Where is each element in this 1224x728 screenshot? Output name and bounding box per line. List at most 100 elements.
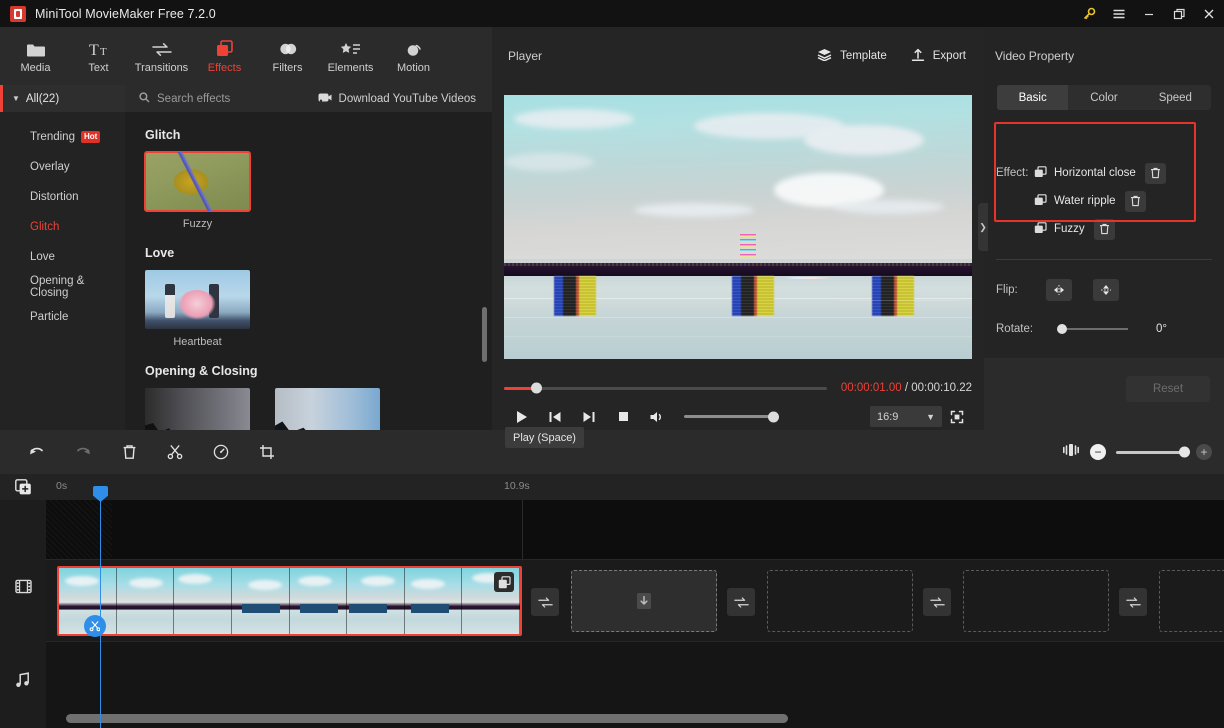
tab-basic[interactable]: Basic [997, 85, 1069, 110]
ribbon-tab-text[interactable]: TT Text [67, 27, 130, 85]
timeline-panel: 0s 10.9s [0, 474, 1224, 728]
ribbon-label: Media [20, 61, 51, 74]
key-icon[interactable] [1074, 0, 1104, 27]
export-button[interactable]: Export [911, 48, 966, 65]
playhead[interactable] [93, 486, 108, 728]
minimize-icon[interactable] [1134, 0, 1164, 27]
effect-preview-image [144, 151, 251, 212]
video-clip[interactable] [57, 566, 522, 636]
transition-slot-3[interactable] [923, 588, 951, 616]
reset-button[interactable]: Reset [1126, 376, 1210, 402]
fit-timeline-icon[interactable] [1062, 443, 1080, 462]
play-icon[interactable] [504, 403, 538, 430]
volume-icon[interactable] [640, 403, 674, 430]
media-slot-3[interactable] [963, 570, 1109, 632]
collapse-panel-button[interactable]: ❯ [978, 203, 988, 251]
applied-effect-3[interactable]: Fuzzy [1034, 221, 1085, 237]
transition-slot-4[interactable] [1119, 588, 1147, 616]
timeline-horizontal-scrollbar[interactable] [66, 714, 788, 723]
zoom-in-button[interactable]: + [1196, 444, 1212, 460]
audio-track[interactable] [46, 642, 1224, 704]
media-slot-1[interactable] [571, 570, 717, 632]
duplicate-icon[interactable] [494, 572, 514, 592]
add-media-button[interactable] [0, 474, 46, 500]
svg-text:T: T [100, 46, 107, 58]
speed-button[interactable] [198, 430, 244, 474]
zoom-slider[interactable] [1116, 446, 1190, 458]
video-track[interactable] [46, 560, 1224, 642]
ribbon-tab-effects[interactable]: Effects [193, 27, 256, 85]
sidebar-item-glitch[interactable]: Glitch [0, 212, 125, 242]
zoom-knob[interactable] [1179, 446, 1190, 458]
player-panel: Player Template Export 00:00:01.00 / 00:… [492, 27, 984, 430]
aspect-ratio-select[interactable]: 16:9 ▼ [870, 406, 942, 427]
main-ribbon: Media TT Text Transitions Effects Filter… [0, 27, 492, 85]
search-icon [139, 91, 150, 106]
ruler-start-label: 0s [56, 480, 68, 492]
transition-slot-1[interactable] [531, 588, 559, 616]
volume-slider[interactable] [684, 411, 779, 422]
effect-thumbnail-fuzzy[interactable]: Fuzzy [144, 151, 251, 230]
effects-grid[interactable]: Glitch Fuzzy Love Heartbeat Opening & Cl… [125, 112, 492, 430]
export-icon [911, 48, 925, 65]
zoom-out-button[interactable]: − [1090, 444, 1106, 460]
effect-thumbnail-opening-2[interactable] [275, 388, 380, 430]
flip-horizontal-button[interactable] [1046, 279, 1072, 301]
volume-knob[interactable] [768, 411, 779, 422]
timeline-ruler[interactable]: 0s 10.9s [46, 474, 1224, 500]
close-icon[interactable] [1194, 0, 1224, 27]
effect-preview-image [275, 388, 380, 430]
progress-knob[interactable] [531, 382, 543, 394]
video-preview[interactable] [504, 95, 972, 359]
fullscreen-icon[interactable] [942, 403, 972, 430]
search-input[interactable]: Search effects [125, 91, 230, 106]
flip-vertical-button[interactable] [1093, 279, 1119, 301]
media-slot-2[interactable] [767, 570, 913, 632]
flip-label: Flip: [996, 284, 1018, 296]
stop-icon[interactable] [606, 403, 640, 430]
sidebar-item-opening-closing[interactable]: Opening & Closing [0, 272, 125, 302]
effect-thumbnail-heartbeat[interactable]: Heartbeat [145, 270, 250, 348]
split-button[interactable] [152, 430, 198, 474]
ribbon-tab-elements[interactable]: Elements [319, 27, 382, 85]
sidebar-item-particle[interactable]: Particle [0, 302, 125, 332]
music-icon [0, 660, 46, 700]
category-all[interactable]: ▼ All(22) [0, 85, 125, 112]
split-clip-badge[interactable] [84, 615, 106, 637]
menu-icon[interactable] [1104, 0, 1134, 27]
tab-speed[interactable]: Speed [1140, 85, 1211, 110]
svg-text:T: T [89, 42, 99, 58]
sidebar-item-distortion[interactable]: Distortion [0, 182, 125, 212]
app-window: MiniTool MovieMaker Free 7.2.0 Media T T… [0, 0, 1224, 728]
media-slot-4[interactable] [1159, 570, 1224, 632]
effects-scrollbar[interactable] [482, 307, 487, 362]
restore-icon[interactable] [1164, 0, 1194, 27]
sidebar-item-overlay[interactable]: Overlay [0, 152, 125, 182]
ribbon-tab-filters[interactable]: Filters [256, 27, 319, 85]
hot-badge: Hot [80, 131, 101, 143]
undo-button[interactable] [14, 430, 60, 474]
redo-button[interactable] [60, 430, 106, 474]
download-youtube-videos-button[interactable]: Download YouTube Videos [318, 92, 492, 106]
delete-button[interactable] [106, 430, 152, 474]
ribbon-tab-media[interactable]: Media [4, 27, 67, 85]
sidebar-item-trending[interactable]: Trending Hot [0, 122, 125, 152]
effect-thumbnail-opening-1[interactable] [145, 388, 250, 430]
tab-color[interactable]: Color [1068, 85, 1139, 110]
effects-browser: Search effects Download YouTube Videos G… [125, 85, 492, 430]
transition-slot-2[interactable] [727, 588, 755, 616]
crop-button[interactable] [244, 430, 290, 474]
ribbon-tab-motion[interactable]: Motion [382, 27, 445, 85]
rotate-slider[interactable] [1057, 324, 1128, 334]
template-button[interactable]: Template [817, 48, 887, 64]
motion-icon [404, 39, 424, 58]
previous-frame-icon[interactable] [538, 403, 572, 430]
sidebar-item-love[interactable]: Love [0, 242, 125, 272]
flip-row: Flip: [996, 277, 1212, 303]
playback-progress-row: 00:00:01.00 / 00:00:10.22 [492, 373, 984, 403]
text-track[interactable] [46, 500, 1224, 560]
progress-slider[interactable] [504, 382, 827, 394]
ribbon-tab-transitions[interactable]: Transitions [130, 27, 193, 85]
rotate-knob[interactable] [1057, 324, 1067, 334]
next-frame-icon[interactable] [572, 403, 606, 430]
